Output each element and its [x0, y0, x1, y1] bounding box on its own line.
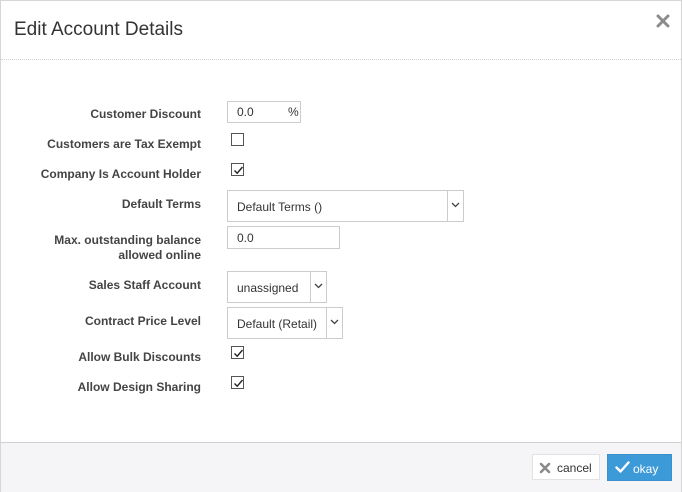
default-terms-label: Default Terms	[121, 197, 201, 211]
cancel-button[interactable]: cancel	[532, 454, 600, 480]
max-outstanding-input[interactable]	[227, 226, 340, 249]
checkmark-icon	[234, 166, 244, 175]
sales-staff-value: unassigned	[237, 281, 299, 295]
design-sharing-checkbox[interactable]	[231, 376, 244, 389]
cancel-label: cancel	[557, 461, 592, 475]
sales-staff-label: Sales Staff Account	[88, 278, 201, 292]
sales-staff-select[interactable]: unassigned	[227, 271, 327, 303]
max-outstanding-label-line1: Max. outstanding balance	[54, 233, 201, 247]
tax-exempt-label: Customers are Tax Exempt	[47, 137, 201, 151]
chevron-down-icon	[310, 272, 326, 302]
contract-price-value: Default (Retail)	[237, 317, 318, 331]
account-holder-checkbox[interactable]	[231, 163, 244, 176]
okay-label: okay	[633, 462, 659, 476]
dialog-title: Edit Account Details	[14, 19, 183, 40]
design-sharing-label: Allow Design Sharing	[77, 380, 201, 394]
bulk-discounts-checkbox[interactable]	[231, 346, 244, 359]
max-outstanding-label-line2: allowed online	[118, 248, 201, 262]
bulk-discounts-label: Allow Bulk Discounts	[78, 350, 201, 364]
chevron-down-icon	[326, 308, 342, 338]
okay-button[interactable]: okay	[607, 454, 672, 481]
default-terms-value: Default Terms ()	[237, 200, 323, 214]
default-terms-select[interactable]: Default Terms ()	[227, 190, 464, 222]
contract-price-label: Contract Price Level	[84, 314, 201, 328]
customer-discount-label: Customer Discount	[90, 107, 201, 121]
check-icon	[615, 461, 630, 473]
dialog-header: Edit Account Details	[1, 1, 681, 60]
account-holder-label: Company Is Account Holder	[40, 167, 201, 181]
tax-exempt-checkbox[interactable]	[231, 133, 244, 146]
edit-account-dialog: Edit Account Details Customer Discount %…	[0, 0, 682, 492]
percent-suffix: %	[288, 105, 299, 119]
close-icon[interactable]	[655, 13, 671, 29]
dialog-footer: cancel okay	[1, 442, 681, 492]
checkmark-icon	[234, 349, 244, 358]
checkmark-icon	[234, 379, 244, 388]
contract-price-select[interactable]: Default (Retail)	[227, 307, 343, 339]
chevron-down-icon	[447, 191, 463, 221]
dialog-body: Customer Discount % Customers are Tax Ex…	[1, 60, 681, 442]
close-icon	[539, 462, 551, 474]
